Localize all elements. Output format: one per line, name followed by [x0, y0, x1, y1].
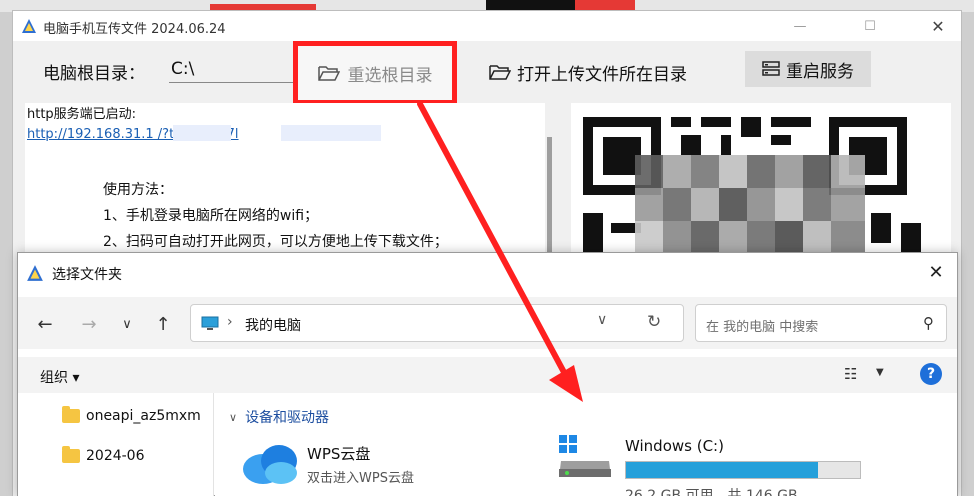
reselect-root-label: 重选根目录: [347, 65, 433, 86]
dialog-title: 选择文件夹: [52, 267, 122, 283]
drive-c-item[interactable]: Windows (C:) 26.2 GB 可用，共 146 GB: [559, 431, 879, 496]
nav-item-2024-06[interactable]: 2024-06: [62, 445, 145, 467]
redacted-token: [281, 125, 381, 141]
usage-title: 使用方法：: [103, 182, 173, 198]
qr-code-area: [571, 103, 951, 273]
restart-service-label: 重启服务: [786, 61, 854, 82]
dialog-titlebar: 选择文件夹 ✕: [18, 253, 957, 291]
address-bar[interactable]: › 我的电脑 ∨ ↻: [190, 304, 684, 342]
drive-usage-fill: [626, 462, 818, 478]
address-path: 我的电脑: [245, 318, 301, 334]
folder-content-pane: ∨ 设备和驱动器 WPS云盘 双击进入WPS云盘 Windows (C:) 26…: [215, 393, 957, 496]
reselect-root-button[interactable]: 重选根目录: [293, 41, 457, 105]
arrow-left-icon: ←: [37, 313, 53, 335]
forward-button[interactable]: →: [76, 311, 102, 337]
view-options-icon[interactable]: ☷: [844, 365, 857, 383]
breadcrumb-chevron-icon: ›: [227, 314, 233, 330]
refresh-icon[interactable]: ↻: [647, 312, 661, 332]
help-icon[interactable]: ?: [920, 363, 942, 385]
chevron-down-icon: ∨: [229, 410, 238, 424]
nav-item-label: oneapi_az5mxm: [86, 408, 201, 424]
minimize-button[interactable]: —: [777, 11, 823, 41]
view-dropdown-icon[interactable]: ▼: [876, 367, 884, 378]
usage-step-1: 1、手机登录电脑所在网络的wifi；: [103, 208, 319, 224]
hard-drive-icon: [559, 435, 611, 477]
search-icon: ⚲: [923, 314, 934, 332]
computer-icon: [201, 316, 219, 330]
root-dir-label: 电脑根目录：: [43, 64, 145, 84]
app-title: 电脑手机互传文件 2024.06.24: [43, 22, 226, 37]
folder-icon: [62, 406, 80, 423]
search-box[interactable]: 在 我的电脑 中搜索 ⚲: [695, 304, 947, 342]
nav-item-oneapi[interactable]: oneapi_az5mxm: [62, 405, 201, 427]
back-button[interactable]: ←: [32, 311, 58, 337]
open-upload-dir-button[interactable]: 打开上传文件所在目录: [489, 57, 687, 87]
app-logo-icon: [27, 265, 43, 281]
search-placeholder: 在 我的电脑 中搜索: [706, 320, 819, 335]
root-dir-input[interactable]: [169, 55, 297, 83]
close-icon: ✕: [931, 16, 945, 36]
drive-usage-bar: [625, 461, 861, 479]
screenshot-stage: 电脑手机互传文件 2024.06.24 — ☐ ✕ 电脑根目录： 重选根目录 打…: [0, 0, 974, 496]
server-info-panel: http服务端已启动: http://192.168.31.1 /?t=7m5u…: [25, 103, 545, 273]
app-logo-icon: [22, 19, 36, 33]
drive-free-space: 26.2 GB 可用，共 146 GB: [625, 488, 798, 496]
drive-name: Windows (C:): [625, 437, 724, 455]
arrow-up-icon: ↑: [155, 313, 171, 335]
dialog-command-bar: 组织 ▾ ☷ ▼ ?: [18, 357, 957, 393]
folder-open-icon: [489, 65, 511, 80]
dialog-nav-bar: ← → ∨ ↑ › 我的电脑 ∨ ↻ 在 我的电脑 中搜索 ⚲: [18, 297, 957, 349]
recent-locations-button[interactable]: ∨: [114, 311, 140, 337]
redacted-ip: [173, 125, 231, 141]
open-upload-dir-label: 打开上传文件所在目录: [517, 64, 687, 85]
nav-item-label: 2024-06: [86, 448, 145, 464]
server-icon: [762, 61, 780, 76]
close-icon: ✕: [928, 261, 944, 283]
restart-service-button[interactable]: 重启服务: [745, 51, 871, 87]
close-button[interactable]: ✕: [915, 11, 961, 41]
qr-code-icon: [583, 117, 921, 263]
chevron-down-icon: ∨: [122, 316, 132, 332]
wps-cloud-name: WPS云盘: [307, 445, 371, 463]
up-button[interactable]: ↑: [150, 311, 176, 337]
wps-cloud-subtitle: 双击进入WPS云盘: [307, 471, 414, 486]
navigation-pane: oneapi_az5mxm 2024-06: [18, 393, 214, 496]
maximize-button[interactable]: ☐: [847, 11, 893, 41]
organize-menu-button[interactable]: 组织 ▾: [40, 367, 79, 387]
folder-open-icon: [317, 66, 340, 81]
minimize-icon: —: [793, 18, 807, 34]
maximize-icon: ☐: [864, 18, 876, 34]
http-status-text: http服务端已启动:: [27, 107, 137, 122]
select-folder-dialog: 选择文件夹 ✕ ← → ∨ ↑ › 我的电脑 ∨ ↻ 在 我的电脑 中搜索 ⚲: [17, 252, 958, 496]
usage-step-2: 2、扫码可自动打开此网页，可以方便地上传下载文件；: [103, 234, 448, 250]
wps-cloud-item[interactable]: WPS云盘 双击进入WPS云盘: [241, 439, 541, 495]
address-dropdown-icon[interactable]: ∨: [597, 312, 607, 328]
dialog-close-button[interactable]: ✕: [925, 261, 947, 283]
devices-group-label: 设备和驱动器: [245, 410, 330, 426]
folder-icon: [62, 446, 80, 463]
arrow-right-icon: →: [81, 313, 97, 335]
cloud-icon: [243, 445, 297, 484]
app-titlebar: 电脑手机互传文件 2024.06.24 — ☐ ✕: [13, 11, 961, 41]
devices-group-header[interactable]: ∨ 设备和驱动器: [229, 407, 329, 427]
